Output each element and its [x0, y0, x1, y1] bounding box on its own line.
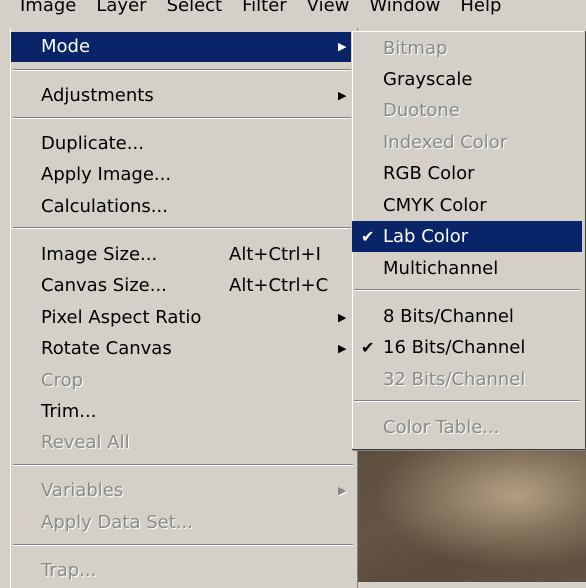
checkmark-icon: ✔	[361, 227, 375, 246]
menu-separator	[13, 227, 353, 229]
menu-item-pixel-aspect-ratio[interactable]: Pixel Aspect Ratio ▶	[11, 303, 355, 333]
checkmark-icon: ✔	[361, 338, 375, 357]
menu-item-apply-data-set-label: Apply Data Set...	[41, 512, 193, 533]
menubar-item-layer[interactable]: Layer	[96, 0, 146, 18]
menu-item-crop[interactable]: Crop	[11, 366, 355, 396]
menubar-item-filter[interactable]: Filter	[242, 0, 287, 18]
menu-item-calculations-label: Calculations...	[41, 196, 168, 217]
menu-item-image-size[interactable]: Image Size... Alt+Ctrl+I	[11, 240, 355, 270]
menu-item-duplicate[interactable]: Duplicate...	[11, 129, 355, 159]
submenu-item-indexed-color-label: Indexed Color	[383, 132, 508, 153]
menu-item-pixel-aspect-ratio-label: Pixel Aspect Ratio	[41, 307, 202, 328]
submenu-item-grayscale-label: Grayscale	[383, 69, 473, 90]
menu-item-trim-label: Trim...	[41, 401, 97, 422]
submenu-item-bitmap-label: Bitmap	[383, 38, 448, 59]
menu-item-canvas-size-label: Canvas Size...	[41, 275, 167, 296]
menubar-item-window[interactable]: Window	[369, 0, 440, 18]
submenu-item-cmyk-color[interactable]: CMYK Color	[352, 190, 582, 221]
image-size-shortcut: Alt+Ctrl+I	[229, 244, 321, 265]
submenu-item-8-bits-label: 8 Bits/Channel	[383, 306, 514, 327]
menu-item-reveal-all-label: Reveal All	[41, 432, 130, 453]
menu-item-rotate-canvas-label: Rotate Canvas	[41, 338, 172, 359]
menu-item-reveal-all[interactable]: Reveal All	[11, 428, 355, 458]
menu-item-apply-data-set[interactable]: Apply Data Set...	[11, 508, 355, 538]
submenu-item-lab-color-label: Lab Color	[383, 226, 469, 247]
menu-item-variables[interactable]: Variables ▶	[11, 476, 355, 506]
submenu-item-32-bits[interactable]: 32 Bits/Channel	[352, 364, 582, 395]
menu-item-variables-label: Variables	[41, 480, 124, 501]
canvas-photo	[352, 440, 586, 582]
submenu-item-color-table[interactable]: Color Table...	[352, 412, 582, 443]
menu-item-trim[interactable]: Trim...	[11, 397, 355, 427]
submenu-item-16-bits[interactable]: ✔ 16 Bits/Channel	[352, 332, 582, 363]
menu-separator	[354, 289, 580, 291]
menu-item-adjustments[interactable]: Adjustments ▶	[11, 81, 355, 111]
submenu-arrow-icon: ▶	[338, 484, 347, 497]
submenu-item-bitmap[interactable]: Bitmap	[352, 33, 582, 64]
submenu-item-multichannel-label: Multichannel	[383, 258, 499, 279]
menu-separator	[354, 400, 580, 402]
menu-item-trap-label: Trap...	[41, 560, 97, 581]
menu-item-canvas-size[interactable]: Canvas Size... Alt+Ctrl+C	[11, 271, 355, 301]
submenu-item-cmyk-color-label: CMYK Color	[383, 195, 487, 216]
image-menu: Mode ▶ Adjustments ▶ Duplicate... Apply …	[10, 28, 358, 588]
menu-item-mode[interactable]: Mode ▶	[11, 32, 355, 62]
menubar-item-help[interactable]: Help	[460, 0, 501, 18]
menu-item-apply-image[interactable]: Apply Image...	[11, 160, 355, 190]
submenu-item-duotone-label: Duotone	[383, 100, 460, 121]
menubar: Image Layer Select Filter View Window He…	[0, 0, 586, 18]
submenu-item-indexed-color[interactable]: Indexed Color	[352, 127, 582, 158]
menubar-item-image[interactable]: Image	[20, 0, 76, 18]
menu-item-apply-image-label: Apply Image...	[41, 164, 172, 185]
menu-separator	[13, 69, 353, 71]
menu-item-calculations[interactable]: Calculations...	[11, 192, 355, 222]
menu-separator	[13, 117, 353, 119]
submenu-item-16-bits-label: 16 Bits/Channel	[383, 337, 526, 358]
submenu-item-rgb-color-label: RGB Color	[383, 163, 475, 184]
canvas-size-shortcut: Alt+Ctrl+C	[229, 275, 329, 296]
submenu-item-duotone[interactable]: Duotone	[352, 95, 582, 126]
submenu-item-lab-color[interactable]: ✔ Lab Color	[352, 221, 582, 252]
menu-item-adjustments-label: Adjustments	[41, 85, 154, 106]
menu-separator	[13, 464, 353, 466]
submenu-item-grayscale[interactable]: Grayscale	[352, 64, 582, 95]
menu-item-mode-label: Mode	[41, 36, 91, 57]
submenu-item-color-table-label: Color Table...	[383, 417, 500, 438]
menubar-item-select[interactable]: Select	[167, 0, 223, 18]
submenu-arrow-icon: ▶	[338, 89, 347, 102]
menu-item-image-size-label: Image Size...	[41, 244, 158, 265]
submenu-arrow-icon: ▶	[338, 40, 347, 53]
menu-item-rotate-canvas[interactable]: Rotate Canvas ▶	[11, 334, 355, 364]
submenu-item-8-bits[interactable]: 8 Bits/Channel	[352, 301, 582, 332]
mode-submenu: Bitmap Grayscale Duotone Indexed Color R…	[351, 30, 585, 449]
submenu-item-32-bits-label: 32 Bits/Channel	[383, 369, 526, 390]
submenu-arrow-icon: ▶	[338, 311, 347, 324]
menu-item-duplicate-label: Duplicate...	[41, 133, 144, 154]
submenu-item-rgb-color[interactable]: RGB Color	[352, 158, 582, 189]
submenu-arrow-icon: ▶	[338, 342, 347, 355]
menu-item-crop-label: Crop	[41, 370, 84, 391]
submenu-item-multichannel[interactable]: Multichannel	[352, 253, 582, 284]
menubar-item-view[interactable]: View	[307, 0, 350, 18]
menu-separator	[13, 544, 353, 546]
